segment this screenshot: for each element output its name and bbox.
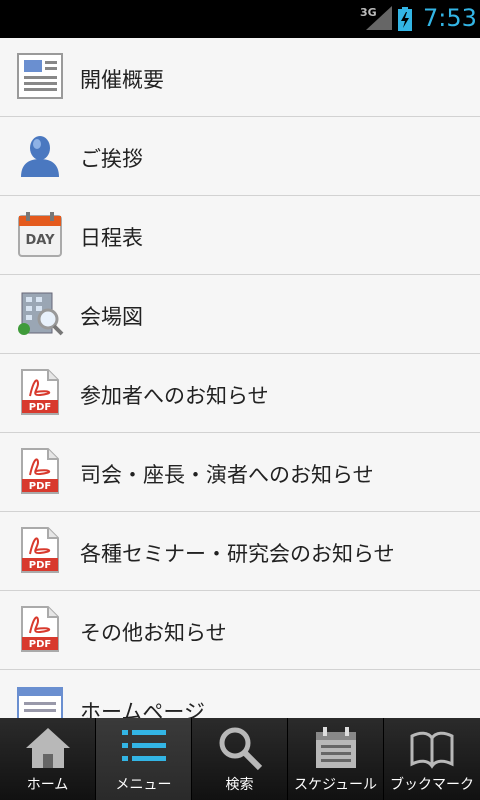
home-icon <box>26 728 70 768</box>
list-item-schedule-table[interactable]: DAY 日程表 <box>0 196 480 275</box>
calendar-day-text: DAY <box>25 233 55 248</box>
list-item-speaker-notice[interactable]: PDF 司会・座長・演者へのお知らせ <box>0 433 480 512</box>
list-item-label: 参加者へのお知らせ <box>80 384 269 408</box>
tab-label: スケジュール <box>293 777 378 793</box>
tab-schedule[interactable]: スケジュール <box>288 718 384 800</box>
status-bar: 3G 7:53 <box>0 0 480 38</box>
tab-bookmark[interactable]: ブックマーク <box>384 718 480 800</box>
calendar-icon <box>316 727 356 768</box>
list-item-label: ご挨拶 <box>80 147 143 171</box>
menu-list: 開催概要 ご挨拶 DAY 日程表 会場図 PDF 参加者へのお知らせ PDF 司… <box>0 38 480 718</box>
signal-icon <box>366 6 392 30</box>
list-item-participant-notice[interactable]: PDF 参加者へのお知らせ <box>0 354 480 433</box>
clock: 7:53 <box>423 4 477 32</box>
pdf-icon: PDF <box>21 606 59 652</box>
list-item-homepage[interactable]: ホームページ <box>0 670 480 718</box>
calendar-day-icon: DAY <box>18 212 62 257</box>
list-item-label: 司会・座長・演者へのお知らせ <box>80 463 374 487</box>
list-icon <box>122 730 166 761</box>
pdf-badge-text: PDF <box>29 560 51 571</box>
pdf-badge-text: PDF <box>29 481 51 492</box>
book-icon <box>410 731 454 769</box>
tab-label: 検索 <box>225 777 254 793</box>
tab-label: ブックマーク <box>390 777 474 793</box>
list-item-overview[interactable]: 開催概要 <box>0 38 480 117</box>
building-search-icon <box>18 292 64 336</box>
tab-menu[interactable]: メニュー <box>96 718 192 800</box>
search-icon <box>219 727 263 771</box>
document-icon <box>17 53 63 99</box>
tab-label: ホーム <box>26 777 69 793</box>
battery-charging-icon <box>398 7 412 31</box>
pdf-icon: PDF <box>21 448 59 494</box>
list-item-seminar-notice[interactable]: PDF 各種セミナー・研究会のお知らせ <box>0 512 480 591</box>
list-item-greeting[interactable]: ご挨拶 <box>0 117 480 196</box>
person-icon <box>21 136 59 177</box>
pdf-badge-text: PDF <box>29 639 51 650</box>
pdf-badge-text: PDF <box>29 402 51 413</box>
pdf-icon: PDF <box>21 527 59 573</box>
tab-search[interactable]: 検索 <box>192 718 288 800</box>
list-item-label: 日程表 <box>80 226 143 250</box>
list-item-label: 開催概要 <box>80 68 164 92</box>
list-item-venue-map[interactable]: 会場図 <box>0 275 480 354</box>
tab-label: メニュー <box>115 777 172 793</box>
webpage-icon <box>17 687 63 718</box>
bottom-tab-bar: ホーム メニュー 検索 スケジュール ブックマーク <box>0 718 480 800</box>
list-item-label: その他お知らせ <box>80 621 227 645</box>
pdf-icon: PDF <box>21 369 59 415</box>
list-item-label: ホームページ <box>80 700 205 718</box>
list-item-label: 各種セミナー・研究会のお知らせ <box>80 542 395 566</box>
list-item-other-notice[interactable]: PDF その他お知らせ <box>0 591 480 670</box>
tab-home[interactable]: ホーム <box>0 718 96 800</box>
list-item-label: 会場図 <box>80 305 143 329</box>
